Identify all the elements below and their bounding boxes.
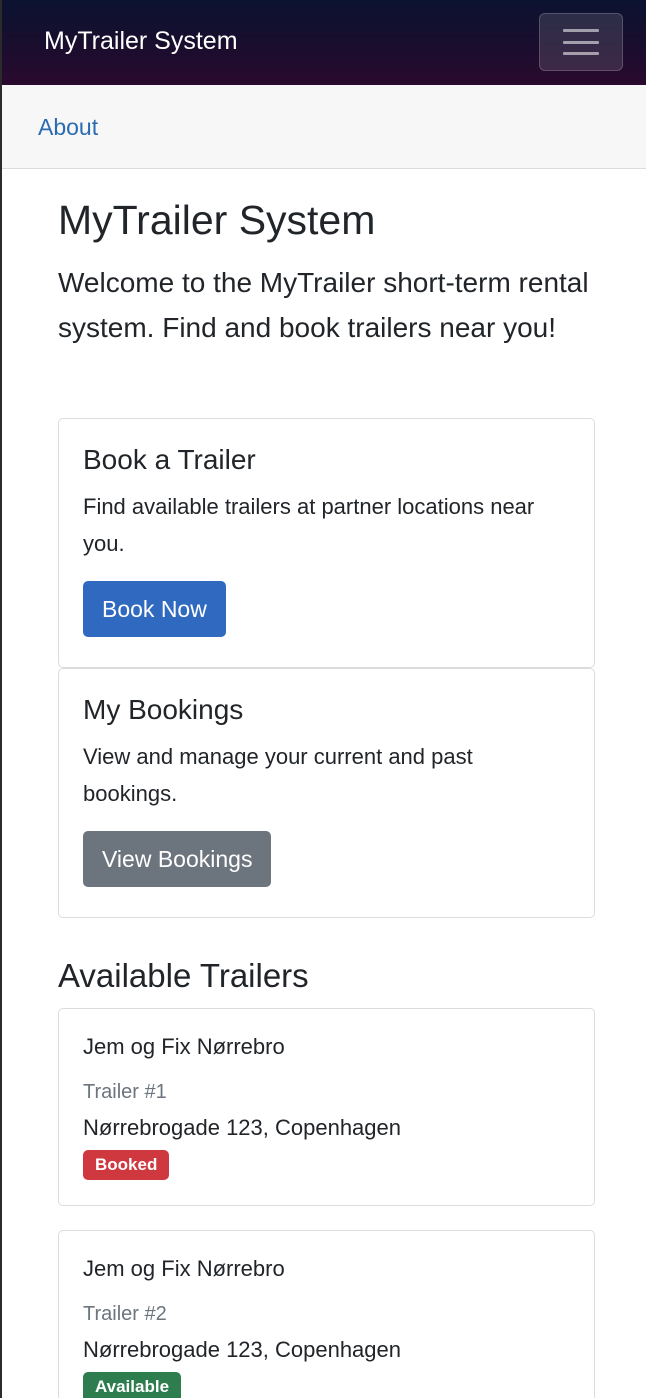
trailer-card: Jem og Fix Nørrebro Trailer #1 Nørrebrog… [58,1008,595,1206]
book-now-button[interactable]: Book Now [83,581,226,637]
sub-navbar: About [2,85,646,169]
my-bookings-card: My Bookings View and manage your current… [58,668,595,918]
trailer-number: Trailer #2 [83,1303,167,1325]
trailer-address: Nørrebrogade 123, Copenhagen [83,1115,402,1140]
nav-link-about[interactable]: About [38,114,98,141]
page-title: MyTrailer System [58,197,376,243]
book-trailer-text: Find available trailers at partner locat… [83,494,535,556]
trailer-number: Trailer #1 [83,1081,167,1103]
trailer-address: Nørrebrogade 123, Copenhagen [83,1337,402,1362]
view-bookings-button[interactable]: View Bookings [83,831,272,887]
book-trailer-card: Book a Trailer Find available trailers a… [58,418,595,668]
navbar-toggler-button[interactable] [539,13,623,71]
book-trailer-title: Book a Trailer [83,444,256,475]
trailer-card: Jem og Fix Nørrebro Trailer #2 Nørrebrog… [58,1230,595,1398]
status-badge-available: Available [83,1372,182,1398]
my-bookings-text: View and manage your current and past bo… [83,744,473,806]
trailer-location: Jem og Fix Nørrebro [83,1034,285,1059]
status-badge-booked: Booked [83,1150,170,1180]
hamburger-icon [563,29,599,55]
welcome-lead: Welcome to the MyTrailer short-term rent… [58,267,589,343]
main-content: MyTrailer System Welcome to the MyTraile… [58,196,595,1398]
brand-link[interactable]: MyTrailer System [44,27,238,56]
available-trailers-heading: Available Trailers [58,957,309,994]
app-frame: MyTrailer System About MyTrailer System … [0,0,646,1398]
trailer-location: Jem og Fix Nørrebro [83,1256,285,1281]
my-bookings-title: My Bookings [83,694,244,725]
top-navbar: MyTrailer System [2,0,646,85]
